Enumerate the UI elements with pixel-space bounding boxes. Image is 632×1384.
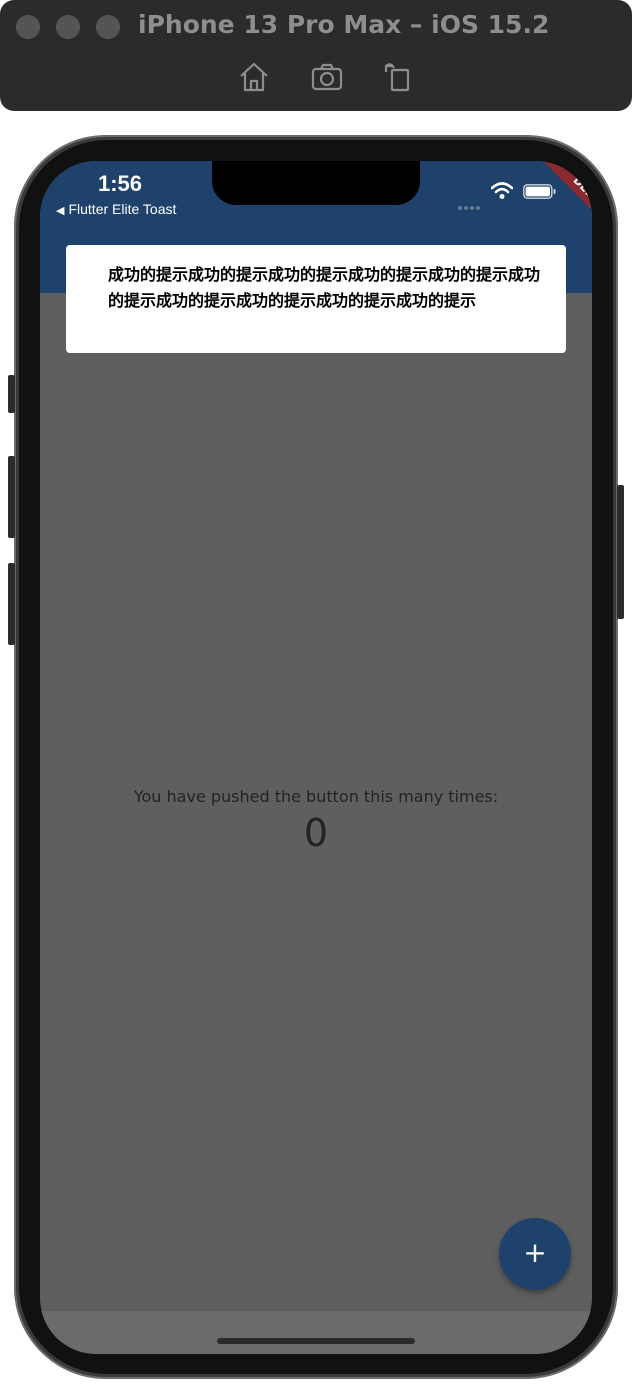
home-indicator[interactable]	[217, 1338, 415, 1344]
counter-label: You have pushed the button this many tim…	[133, 787, 499, 806]
back-to-app-link[interactable]: ◀ Flutter Elite Toast	[56, 201, 176, 217]
rotate-icon[interactable]	[382, 60, 416, 94]
status-time: 1:56	[98, 171, 143, 196]
power-button	[617, 485, 624, 619]
home-icon[interactable]	[237, 60, 271, 94]
minimize-window-button[interactable]	[56, 15, 80, 39]
bottom-safe-area	[40, 1311, 592, 1354]
cellular-signal-icon	[458, 195, 482, 214]
phone-screen: 1:56 ◀ Flutter Elite Toast DEBUG 成功的提示成功的…	[40, 161, 592, 1354]
mute-switch	[8, 375, 15, 413]
back-triangle-icon: ◀	[56, 205, 65, 217]
back-app-label: Flutter Elite Toast	[68, 201, 177, 217]
simulator-title: iPhone 13 Pro Max – iOS 15.2	[138, 10, 550, 39]
toast-message: 成功的提示成功的提示成功的提示成功的提示成功的提示成功的提示成功的提示成功的提示…	[66, 245, 566, 353]
volume-up-button	[8, 456, 15, 538]
battery-icon	[523, 184, 556, 199]
zoom-window-button[interactable]	[96, 15, 120, 39]
counter-value: 0	[303, 811, 329, 855]
wifi-icon	[491, 182, 513, 199]
increment-fab-button[interactable]: +	[499, 1218, 571, 1290]
volume-down-button	[8, 563, 15, 645]
notch	[212, 161, 420, 205]
close-window-button[interactable]	[16, 15, 40, 39]
simulator-title-bar: iPhone 13 Pro Max – iOS 15.2	[0, 0, 632, 111]
camera-icon[interactable]	[310, 60, 344, 94]
